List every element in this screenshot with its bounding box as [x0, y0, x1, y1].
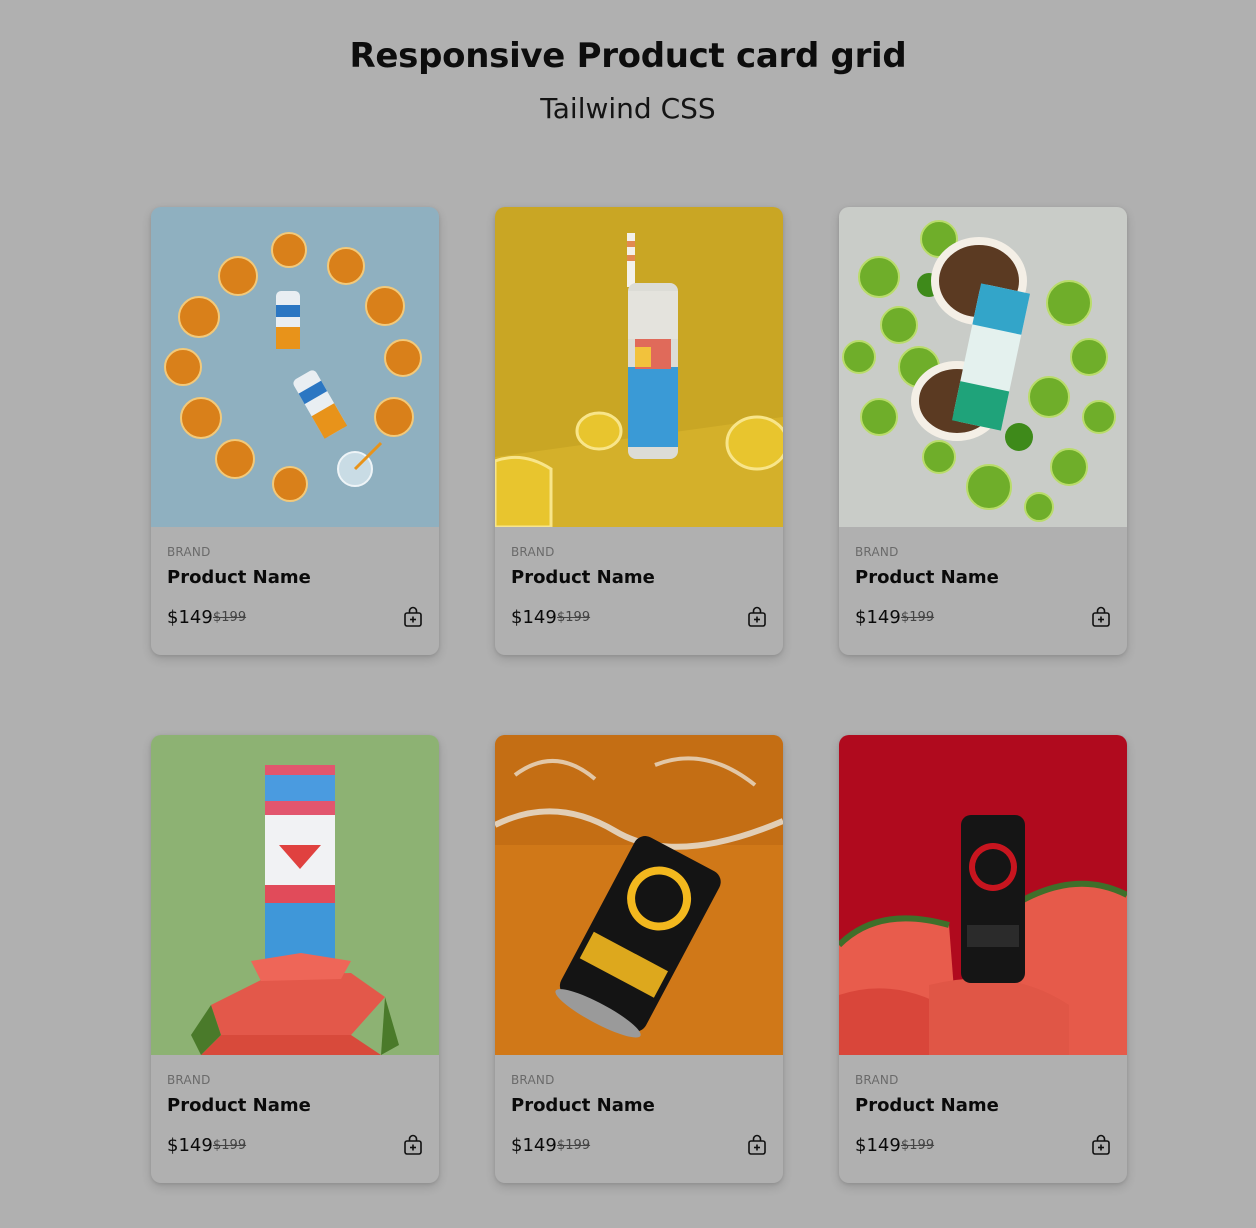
- shopping-bag-add-icon[interactable]: [746, 606, 768, 628]
- product-card[interactable]: BRAND Product Name $149 $199: [495, 735, 783, 1183]
- card-body: BRAND Product Name $149 $199: [511, 1055, 767, 1183]
- price: $149: [167, 1135, 213, 1156]
- old-price: $199: [213, 1138, 247, 1153]
- price: $149: [511, 607, 557, 628]
- product-image[interactable]: [839, 735, 1127, 1055]
- card-body: BRAND Product Name $149 $199: [855, 527, 1111, 655]
- product-name[interactable]: Product Name: [511, 1095, 655, 1116]
- old-price: $199: [901, 610, 935, 625]
- product-name[interactable]: Product Name: [167, 567, 311, 588]
- price: $149: [855, 1135, 901, 1156]
- product-name[interactable]: Product Name: [167, 1095, 311, 1116]
- product-image[interactable]: [151, 735, 439, 1055]
- old-price: $199: [901, 1138, 935, 1153]
- brand-label: BRAND: [167, 1073, 211, 1087]
- price: $149: [855, 607, 901, 628]
- shopping-bag-add-icon[interactable]: [402, 606, 424, 628]
- product-name[interactable]: Product Name: [511, 567, 655, 588]
- card-body: BRAND Product Name $149 $199: [167, 1055, 423, 1183]
- page-subtitle: Tailwind CSS: [540, 92, 716, 125]
- shopping-bag-add-icon[interactable]: [1090, 606, 1112, 628]
- brand-label: BRAND: [855, 545, 899, 559]
- product-image[interactable]: [495, 207, 783, 527]
- brand-label: BRAND: [511, 545, 555, 559]
- card-body: BRAND Product Name $149 $199: [167, 527, 423, 655]
- product-image[interactable]: [839, 207, 1127, 527]
- price: $149: [167, 607, 213, 628]
- product-name[interactable]: Product Name: [855, 567, 999, 588]
- product-name[interactable]: Product Name: [855, 1095, 999, 1116]
- shopping-bag-add-icon[interactable]: [1090, 1134, 1112, 1156]
- shopping-bag-add-icon[interactable]: [746, 1134, 768, 1156]
- card-body: BRAND Product Name $149 $199: [855, 1055, 1111, 1183]
- product-card[interactable]: BRAND Product Name $149 $199: [839, 735, 1127, 1183]
- price: $149: [511, 1135, 557, 1156]
- product-card[interactable]: BRAND Product Name $149 $199: [839, 207, 1127, 655]
- old-price: $199: [557, 610, 591, 625]
- product-image[interactable]: [495, 735, 783, 1055]
- brand-label: BRAND: [511, 1073, 555, 1087]
- old-price: $199: [557, 1138, 591, 1153]
- product-image[interactable]: [151, 207, 439, 527]
- old-price: $199: [213, 610, 247, 625]
- brand-label: BRAND: [855, 1073, 899, 1087]
- product-card[interactable]: BRAND Product Name $149 $199: [151, 735, 439, 1183]
- product-card[interactable]: BRAND Product Name $149 $199: [495, 207, 783, 655]
- shopping-bag-add-icon[interactable]: [402, 1134, 424, 1156]
- page-title: Responsive Product card grid: [349, 36, 907, 76]
- product-card[interactable]: BRAND Product Name $149 $199: [151, 207, 439, 655]
- card-body: BRAND Product Name $149 $199: [511, 527, 767, 655]
- brand-label: BRAND: [167, 545, 211, 559]
